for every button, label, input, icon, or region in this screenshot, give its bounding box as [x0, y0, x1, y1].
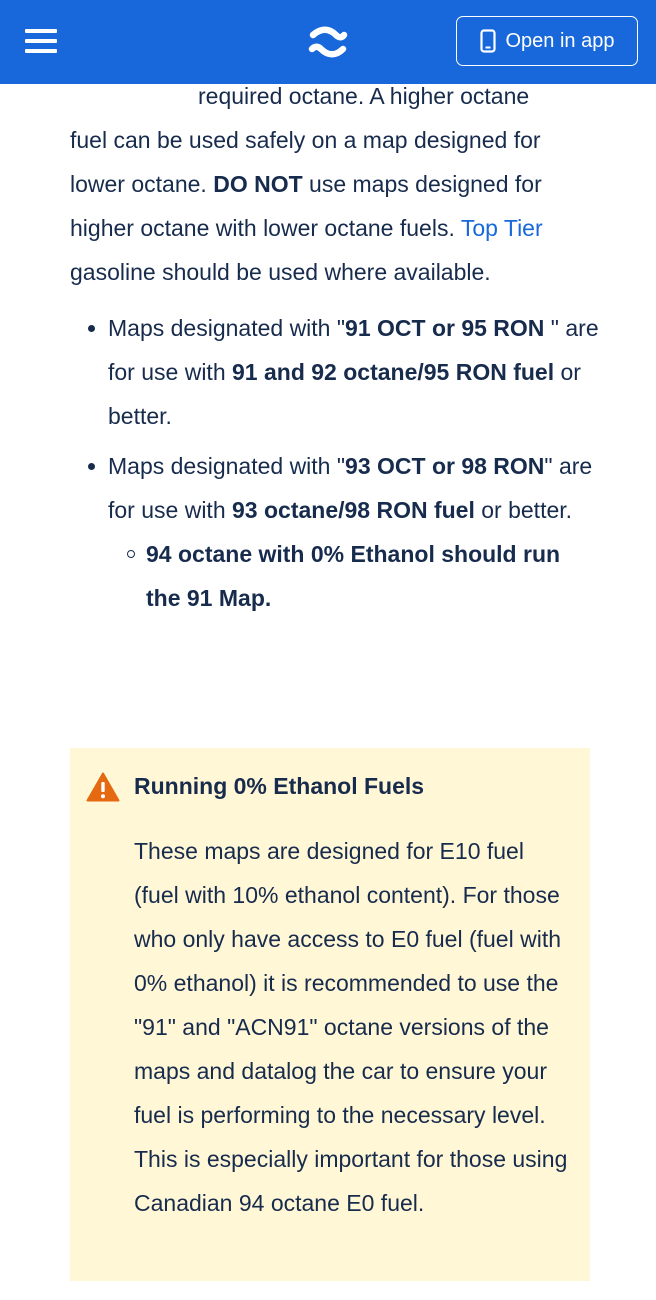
article-content: required octane. A higher octane fuel can… [70, 74, 600, 626]
hamburger-menu-icon[interactable] [25, 29, 57, 55]
list-item-91-map: Maps designated with "91 OCT or 95 RON "… [70, 306, 600, 438]
fuel-paragraph: required octane. A higher octane fuel can… [70, 83, 543, 285]
partial-line: required octane. A higher octane [198, 83, 530, 109]
open-in-app-button[interactable]: Open in app [456, 16, 638, 66]
phone-icon [479, 29, 496, 53]
top-tier-link[interactable]: Top Tier [461, 215, 543, 241]
warning-title: Running 0% Ethanol Fuels [134, 773, 425, 799]
map-list: Maps designated with "91 OCT or 95 RON "… [70, 306, 600, 620]
sub-list-item-94-octane: 94 octane with 0% Ethanol should run the… [108, 532, 600, 620]
list-item-93-map: Maps designated with "93 OCT or 98 RON" … [70, 444, 600, 620]
open-in-app-label: Open in app [505, 29, 615, 52]
sub-list: 94 octane with 0% Ethanol should run the… [108, 532, 600, 620]
do-not-emphasis: DO NOT [213, 171, 303, 197]
warning-body: These maps are designed for E10 fuel (fu… [134, 838, 568, 1216]
confluence-logo-icon[interactable] [308, 24, 348, 60]
warning-icon [86, 772, 120, 802]
top-app-bar: Open in app [0, 0, 656, 84]
warning-panel: Running 0% Ethanol Fuels These maps are … [70, 748, 590, 1281]
